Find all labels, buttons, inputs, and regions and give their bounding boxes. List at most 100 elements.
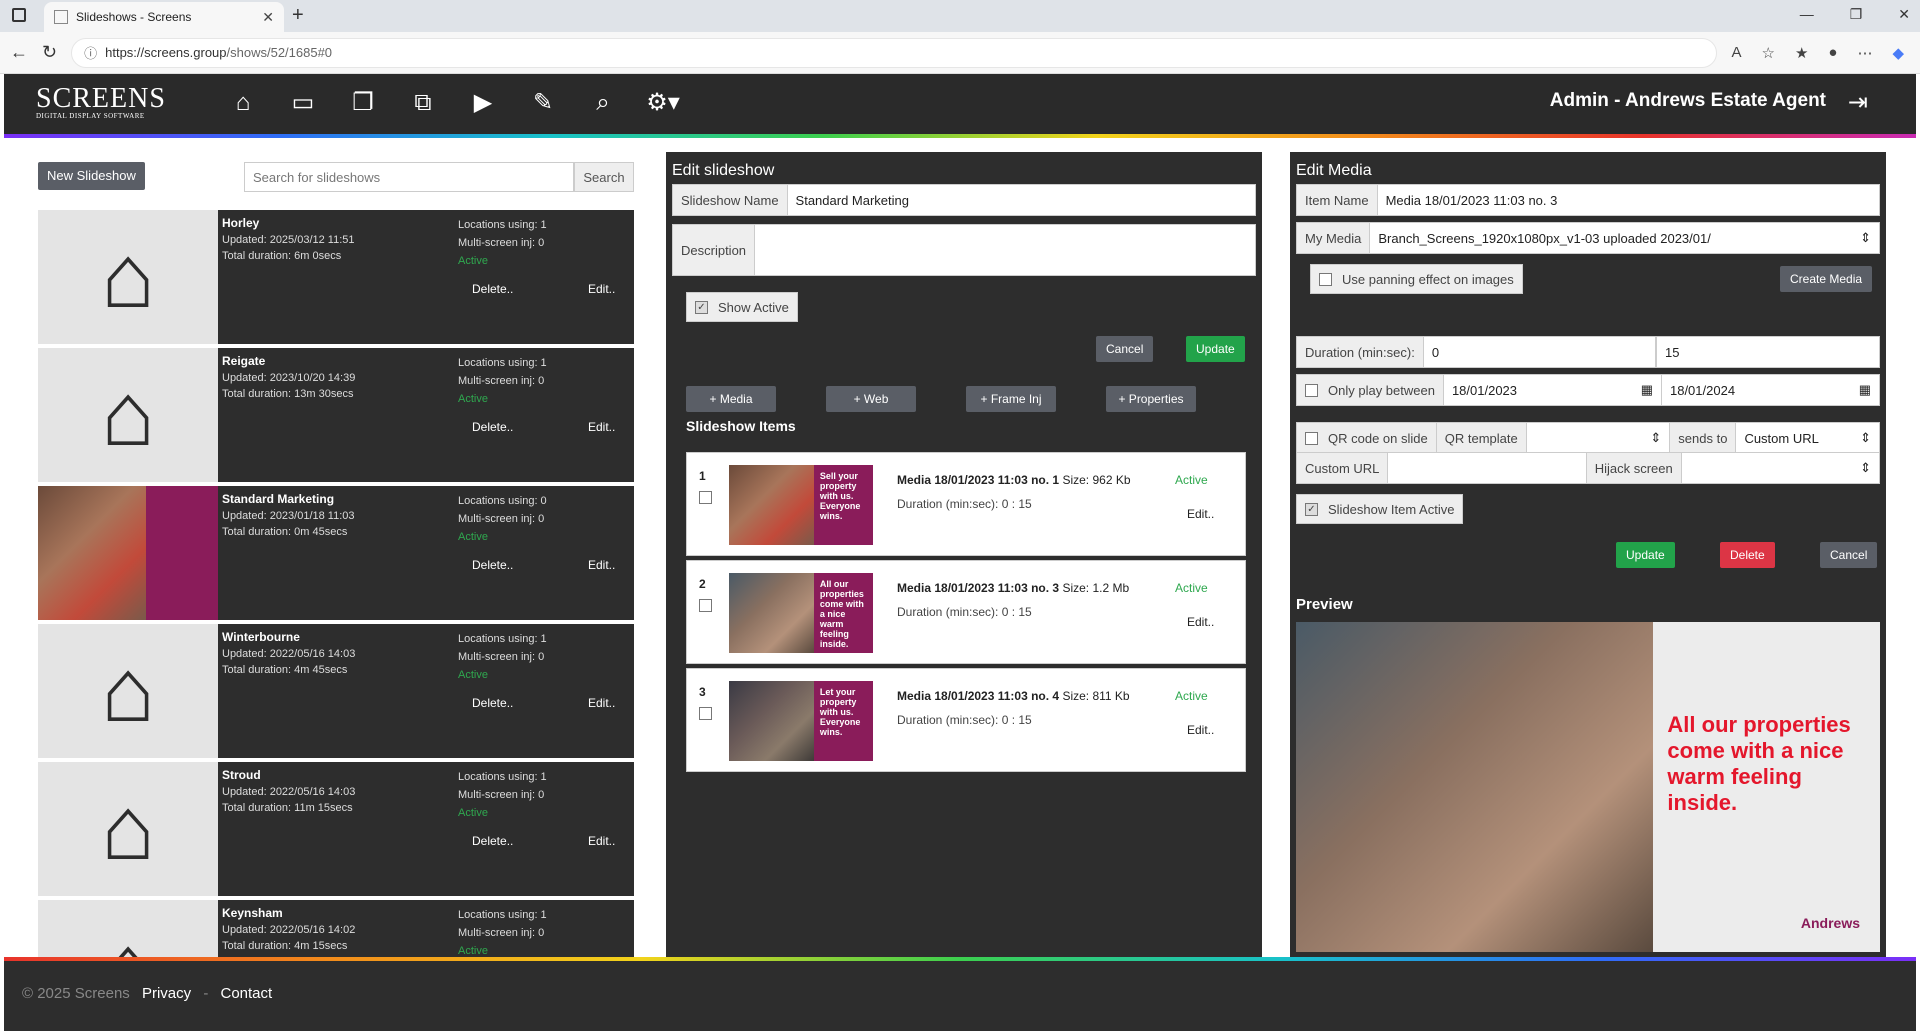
slideshow-row[interactable]: ⌂ Stroud Updated: 2022/05/16 14:03 Total… (38, 762, 634, 896)
close-tab-icon[interactable]: ✕ (262, 9, 274, 26)
restore-icon[interactable]: ❐ (1850, 6, 1863, 23)
slideshow-item-row[interactable]: 1 Sell your property with us. Everyone w… (686, 452, 1246, 556)
duration-sec-input[interactable]: 15 (1657, 337, 1879, 367)
slideshow-thumb[interactable]: ⌂ (38, 624, 218, 758)
back-icon[interactable]: ← (10, 42, 28, 63)
logout-icon[interactable]: ⇥ (1848, 88, 1868, 117)
slideshow-thumb[interactable] (38, 486, 218, 620)
calendar-icon[interactable]: ▦ (1641, 382, 1653, 398)
profile-icon[interactable]: ● (1828, 44, 1837, 62)
slideshow-thumb[interactable]: ⌂ (38, 348, 218, 482)
date-from-input[interactable]: 18/01/2023 ▦ (1444, 375, 1662, 405)
item-thumb-ad-text: All our properties come with a nice warm… (813, 573, 873, 653)
item-active-checkbox[interactable]: ✓ Slideshow Item Active (1296, 494, 1464, 524)
search-input[interactable]: Search for slideshows (244, 162, 574, 192)
favorites-icon[interactable]: ★ (1795, 44, 1808, 62)
my-media-select[interactable]: Branch_Screens_1920x1080px_v1-03 uploade… (1370, 223, 1879, 253)
locations-icon[interactable]: ⌕ (584, 86, 622, 120)
slideshow-edit-link[interactable]: Edit.. (588, 834, 615, 848)
item-checkbox[interactable] (699, 491, 712, 504)
slideshow-row[interactable]: ⌂ Horley Updated: 2025/03/12 11:51 Total… (38, 210, 634, 344)
read-aloud-icon[interactable]: A (1731, 44, 1741, 62)
duration-min-input[interactable]: 0 (1424, 337, 1655, 367)
slideshow-name-input[interactable]: Standard Marketing (788, 185, 1255, 215)
slideshow-item-row[interactable]: 2 All our properties come with a nice wa… (686, 560, 1246, 664)
slideshow-thumb[interactable]: ⌂ (38, 210, 218, 344)
slideshow-thumb[interactable]: ⌂ (38, 900, 218, 957)
screens-icon[interactable]: ▭ (284, 86, 322, 120)
slideshow-duration: Total duration: 11m 15secs (222, 802, 353, 814)
slideshow-thumb[interactable]: ⌂ (38, 762, 218, 896)
browser-tab[interactable]: Slideshows - Screens ✕ (44, 2, 284, 32)
add-web-button[interactable]: + Web (826, 386, 916, 412)
slideshow-update-button[interactable]: Update (1186, 336, 1245, 362)
date-to-input[interactable]: 18/01/2024 ▦ (1662, 375, 1879, 405)
video-icon[interactable]: ▶ (464, 86, 502, 120)
slideshow-row[interactable]: ⌂ Keynsham Updated: 2022/05/16 14:02 Tot… (38, 900, 634, 957)
qr-checkbox[interactable]: QR code on slide (1297, 423, 1437, 453)
close-window-icon[interactable]: ✕ (1898, 6, 1910, 23)
slideshow-row[interactable]: ⌂ Winterbourne Updated: 2022/05/16 14:03… (38, 624, 634, 758)
slideshow-info: Reigate Updated: 2023/10/20 14:39 Total … (218, 348, 634, 482)
edit-icon[interactable]: ✎ (524, 86, 562, 120)
slideshow-edit-link[interactable]: Edit.. (588, 558, 615, 572)
calendar-icon[interactable]: ▦ (1859, 382, 1871, 398)
only-play-checkbox[interactable]: Only play between (1297, 375, 1444, 405)
home-icon[interactable]: ⌂ (224, 86, 262, 120)
slideshow-row[interactable]: Standard Marketing Updated: 2023/01/18 1… (38, 486, 634, 620)
custom-url-input[interactable] (1388, 453, 1587, 483)
slideshow-edit-link[interactable]: Edit.. (588, 282, 615, 296)
contact-link[interactable]: Contact (221, 985, 273, 1002)
search-button[interactable]: Search (574, 162, 634, 192)
slideshow-delete-link[interactable]: Delete.. (472, 420, 513, 434)
item-edit-link[interactable]: Edit.. (1187, 723, 1214, 737)
qr-template-select[interactable]: ⇕ (1527, 423, 1671, 453)
media-delete-button[interactable]: Delete (1720, 542, 1775, 568)
add-frame-inj-button[interactable]: + Frame Inj (966, 386, 1056, 412)
slideshow-item-row[interactable]: 3 Let your property with us. Everyone wi… (686, 668, 1246, 772)
favorite-star-icon[interactable]: ☆ (1761, 44, 1774, 62)
item-thumb[interactable]: All our properties come with a nice warm… (729, 573, 873, 653)
url-path: /shows/52/1685#0 (226, 45, 333, 60)
media-icon[interactable]: ⧉ (404, 86, 442, 120)
slideshow-delete-link[interactable]: Delete.. (472, 834, 513, 848)
item-thumb[interactable]: Sell your property with us. Everyone win… (729, 465, 873, 545)
slideshow-row[interactable]: ⌂ Reigate Updated: 2023/10/20 14:39 Tota… (38, 348, 634, 482)
sends-to-select[interactable]: Custom URL ⇕ (1736, 423, 1879, 453)
add-media-button[interactable]: + Media (686, 386, 776, 412)
media-update-button[interactable]: Update (1616, 542, 1675, 568)
slideshows-icon[interactable]: ❐ (344, 86, 382, 120)
slideshow-delete-link[interactable]: Delete.. (472, 282, 513, 296)
item-edit-link[interactable]: Edit.. (1187, 507, 1214, 521)
settings-icon[interactable]: ⚙▾ (644, 86, 682, 120)
copilot-icon[interactable]: ◆ (1892, 44, 1904, 62)
preview-photo (1296, 622, 1654, 952)
reload-icon[interactable]: ↻ (42, 42, 57, 63)
item-name-input[interactable]: Media 18/01/2023 11:03 no. 3 (1378, 185, 1879, 215)
new-tab-icon[interactable]: + (292, 4, 304, 27)
url-field[interactable]: ⓘ https://screens.group/shows/52/1685#0 (71, 37, 1718, 68)
create-media-button[interactable]: Create Media (1780, 266, 1873, 292)
media-cancel-button[interactable]: Cancel (1820, 542, 1878, 568)
slideshow-delete-link[interactable]: Delete.. (472, 696, 513, 710)
slideshow-edit-link[interactable]: Edit.. (588, 420, 615, 434)
hijack-select[interactable]: ⇕ (1682, 453, 1879, 483)
show-active-checkbox[interactable]: ✓ Show Active (686, 292, 798, 322)
description-input[interactable] (755, 225, 1255, 275)
item-edit-link[interactable]: Edit.. (1187, 615, 1214, 629)
screens-logo[interactable]: SCREENS DIGITAL DISPLAY SOFTWARE (36, 85, 166, 121)
window-menu-icon[interactable] (12, 8, 26, 22)
item-thumb[interactable]: Let your property with us. Everyone wins… (729, 681, 873, 761)
new-slideshow-button[interactable]: New Slideshow (38, 162, 145, 190)
privacy-link[interactable]: Privacy (142, 985, 191, 1002)
add-properties-button[interactable]: + Properties (1106, 386, 1196, 412)
slideshow-cancel-button[interactable]: Cancel (1096, 336, 1154, 362)
minimize-icon[interactable]: — (1800, 6, 1814, 23)
site-info-icon[interactable]: ⓘ (84, 43, 97, 62)
more-icon[interactable]: ⋯ (1857, 44, 1872, 62)
item-checkbox[interactable] (699, 707, 712, 720)
slideshow-delete-link[interactable]: Delete.. (472, 558, 513, 572)
slideshow-edit-link[interactable]: Edit.. (588, 696, 615, 710)
panning-checkbox[interactable]: Use panning effect on images (1310, 264, 1523, 294)
item-checkbox[interactable] (699, 599, 712, 612)
